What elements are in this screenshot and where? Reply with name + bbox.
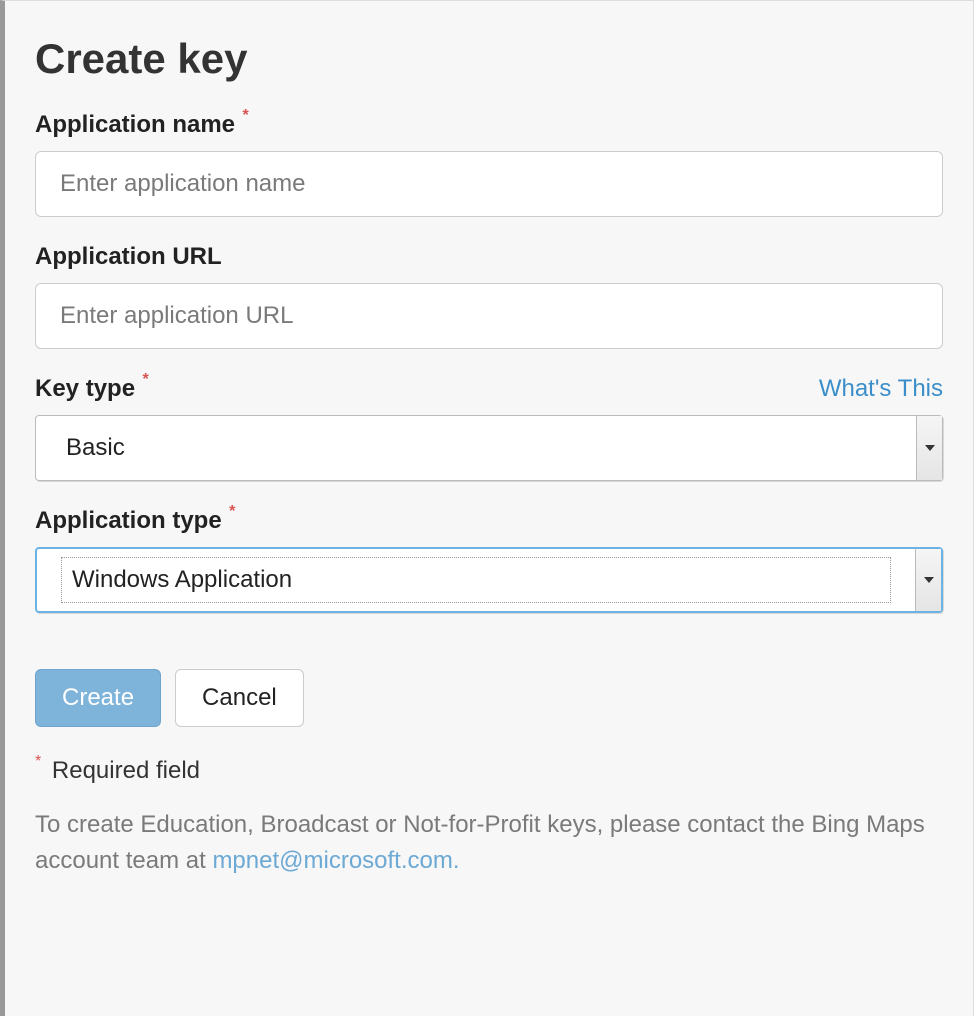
contact-email-link[interactable]: mpnet@microsoft.com. bbox=[212, 847, 459, 874]
form-group-app-url: Application URL bbox=[35, 243, 943, 349]
chevron-down-icon bbox=[915, 549, 941, 611]
form-group-app-name: Application name * bbox=[35, 111, 943, 217]
required-note-text: Required field bbox=[52, 757, 200, 784]
label-key-type: Key type bbox=[35, 375, 135, 403]
required-star-icon: * bbox=[229, 503, 235, 520]
create-button[interactable]: Create bbox=[35, 669, 161, 727]
label-app-type: Application type bbox=[35, 507, 222, 535]
required-star-icon: * bbox=[143, 371, 149, 388]
form-group-app-type: Application type * Windows Application bbox=[35, 507, 943, 613]
whats-this-link[interactable]: What's This bbox=[819, 375, 943, 403]
info-text: To create Education, Broadcast or Not-fo… bbox=[35, 807, 943, 879]
label-app-name: Application name bbox=[35, 111, 235, 139]
key-type-select[interactable]: Basic bbox=[35, 415, 943, 481]
info-prefix: To create Education, Broadcast or Not-fo… bbox=[35, 811, 925, 874]
app-type-select[interactable]: Windows Application bbox=[35, 547, 943, 613]
app-type-value: Windows Application bbox=[61, 557, 891, 603]
required-star-icon: * bbox=[242, 107, 248, 124]
app-name-input[interactable] bbox=[35, 151, 943, 217]
chevron-down-icon bbox=[916, 416, 942, 480]
required-star-icon: * bbox=[35, 753, 41, 770]
key-type-value: Basic bbox=[36, 434, 916, 462]
app-url-input[interactable] bbox=[35, 283, 943, 349]
cancel-button[interactable]: Cancel bbox=[175, 669, 304, 727]
button-row: Create Cancel bbox=[35, 669, 943, 727]
page-title: Create key bbox=[35, 35, 943, 83]
label-app-url: Application URL bbox=[35, 243, 222, 271]
form-group-key-type: Key type * What's This Basic bbox=[35, 375, 943, 481]
required-note: * Required field bbox=[35, 757, 943, 785]
